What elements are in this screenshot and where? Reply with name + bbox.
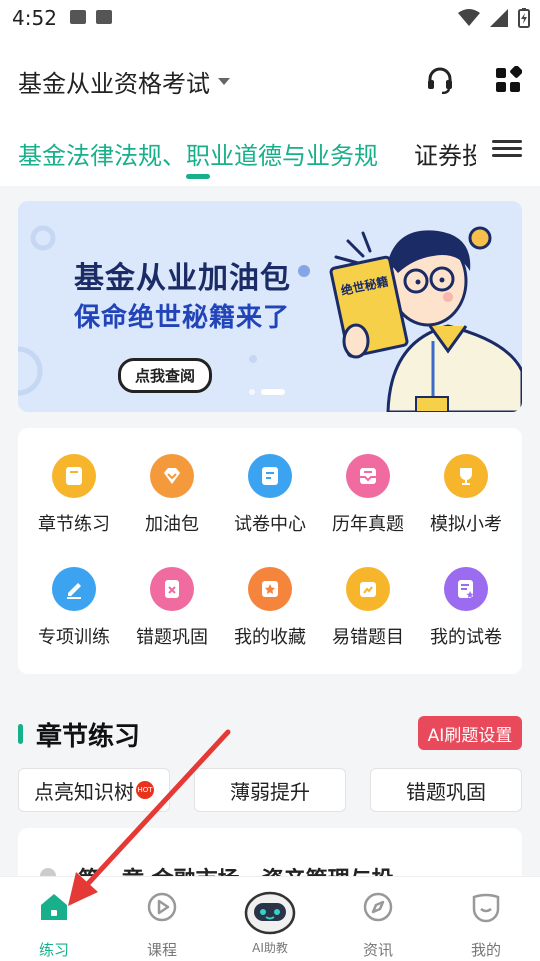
status-notifications: [70, 10, 112, 24]
profile-icon: [472, 893, 500, 923]
ai-settings-button[interactable]: AI刷题设置: [418, 716, 522, 750]
nav-practice[interactable]: 练习: [0, 877, 108, 961]
grid-item-label: 专项训练: [38, 627, 110, 648]
inbox-icon: [346, 454, 390, 498]
chip-label: 薄弱提升: [230, 779, 310, 804]
wrong-book-icon: [150, 567, 194, 611]
grid-item-error-prone[interactable]: 易错题目: [318, 567, 418, 649]
grid-item-label: 我的试卷: [430, 627, 502, 648]
caret-down-icon: [218, 78, 230, 85]
robot-icon: [244, 891, 296, 935]
subject-tabs: 基金法律法规、职业道德与业务规 证券投: [0, 120, 540, 186]
grid-item-my-favorites[interactable]: 我的收藏: [220, 567, 320, 649]
app-header: 基金从业资格考试: [0, 40, 540, 120]
chart-calendar-icon: [346, 567, 390, 611]
star-box-icon: [248, 567, 292, 611]
banner-pagination: [249, 389, 285, 395]
tab-securities[interactable]: 证券投: [414, 136, 476, 171]
chip-label: 点亮知识树: [34, 779, 134, 804]
banner-dot: [249, 389, 255, 395]
section-title: 章节练习: [36, 722, 141, 752]
section-accent-bar: [18, 724, 23, 744]
nav-courses[interactable]: 课程: [108, 877, 216, 961]
nav-label: 我的: [470, 941, 501, 959]
nav-ai-assistant[interactable]: AI助教: [216, 877, 324, 961]
chapter-practice-section-header: 章节练习 AI刷题设置: [18, 716, 522, 756]
grid-item-paper-center[interactable]: 试卷中心: [220, 454, 320, 536]
grid-item-chapter-practice[interactable]: 章节练习: [24, 454, 124, 536]
grid-item-label: 模拟小考: [430, 514, 502, 535]
feature-grid: 章节练习 加油包 试卷中心 历年真题 模拟小考 专项训练 错题巩固 我的收藏 易…: [18, 428, 522, 674]
status-time: 4:52: [12, 6, 57, 30]
grid-item-label: 易错题目: [332, 627, 404, 648]
chip-knowledge-tree[interactable]: 点亮知识树 HOT: [18, 768, 170, 812]
grid-item-label: 历年真题: [332, 514, 404, 535]
my-paper-icon: [444, 567, 488, 611]
grid-item-my-papers[interactable]: 我的试卷: [416, 567, 516, 649]
signal-icon: [490, 9, 508, 27]
headset-button[interactable]: [420, 60, 460, 100]
nav-label: 课程: [146, 941, 177, 959]
chip-weak-improve[interactable]: 薄弱提升: [194, 768, 346, 812]
compass-icon: [363, 892, 393, 922]
nav-profile[interactable]: 我的: [432, 877, 540, 961]
grid-item-label: 错题巩固: [136, 627, 208, 648]
grid-item-boost-pack[interactable]: 加油包: [122, 454, 222, 536]
chip-wrong-review[interactable]: 错题巩固: [370, 768, 522, 812]
battery-icon: [518, 8, 530, 28]
grid-item-past-exams[interactable]: 历年真题: [318, 454, 418, 536]
apps-button[interactable]: [488, 60, 528, 100]
tabs-menu-icon[interactable]: [492, 136, 522, 166]
wifi-icon: [458, 9, 480, 26]
grid-item-special-training[interactable]: 专项训练: [24, 567, 124, 649]
status-system-icons: [458, 8, 530, 28]
grid-item-label: 试卷中心: [234, 514, 306, 535]
tab-indicator: [186, 174, 210, 179]
banner-subtitle: 保命绝世秘籍来了: [74, 303, 291, 333]
nav-label: 资讯: [362, 941, 393, 959]
paper-icon: [248, 454, 292, 498]
app-notification-icon: [96, 10, 112, 24]
chip-label: 错题巩固: [406, 779, 486, 804]
grid-item-label: 章节练习: [38, 514, 110, 535]
banner-dot-active: [261, 389, 285, 395]
play-icon: [147, 892, 177, 922]
grid-item-label: 我的收藏: [234, 627, 306, 648]
grid-item-label: 加油包: [145, 514, 199, 535]
headset-icon: [428, 67, 452, 94]
pen-icon: [52, 567, 96, 611]
heart-gem-icon: [150, 454, 194, 498]
banner-title: 基金从业加油包: [74, 261, 291, 296]
trophy-icon: [444, 454, 488, 498]
nav-news[interactable]: 资讯: [324, 877, 432, 961]
banner-view-button[interactable]: 点我查阅: [118, 358, 213, 393]
tab-fund-law[interactable]: 基金法律法规、职业道德与业务规: [18, 136, 378, 171]
nav-label: 练习: [38, 941, 69, 959]
image-notification-icon: [70, 10, 86, 24]
bottom-navigation: 练习 课程 AI助教 资讯 我的: [0, 876, 540, 961]
exam-selector[interactable]: 基金从业资格考试: [18, 64, 230, 99]
grid-item-mock-exam[interactable]: 模拟小考: [416, 454, 516, 536]
notebook-icon: [52, 454, 96, 498]
status-bar: 4:52: [0, 0, 540, 40]
grid-apps-icon: [496, 66, 522, 92]
home-icon: [41, 894, 67, 920]
nav-label: AI助教: [252, 941, 288, 955]
promo-banner[interactable]: 绝世秘籍 基金从业加油包 保命绝世秘籍来了 点我查阅: [18, 201, 522, 412]
page-title: 基金从业资格考试: [18, 70, 210, 98]
hot-badge: HOT: [136, 781, 154, 799]
grid-item-wrong-review[interactable]: 错题巩固: [122, 567, 222, 649]
